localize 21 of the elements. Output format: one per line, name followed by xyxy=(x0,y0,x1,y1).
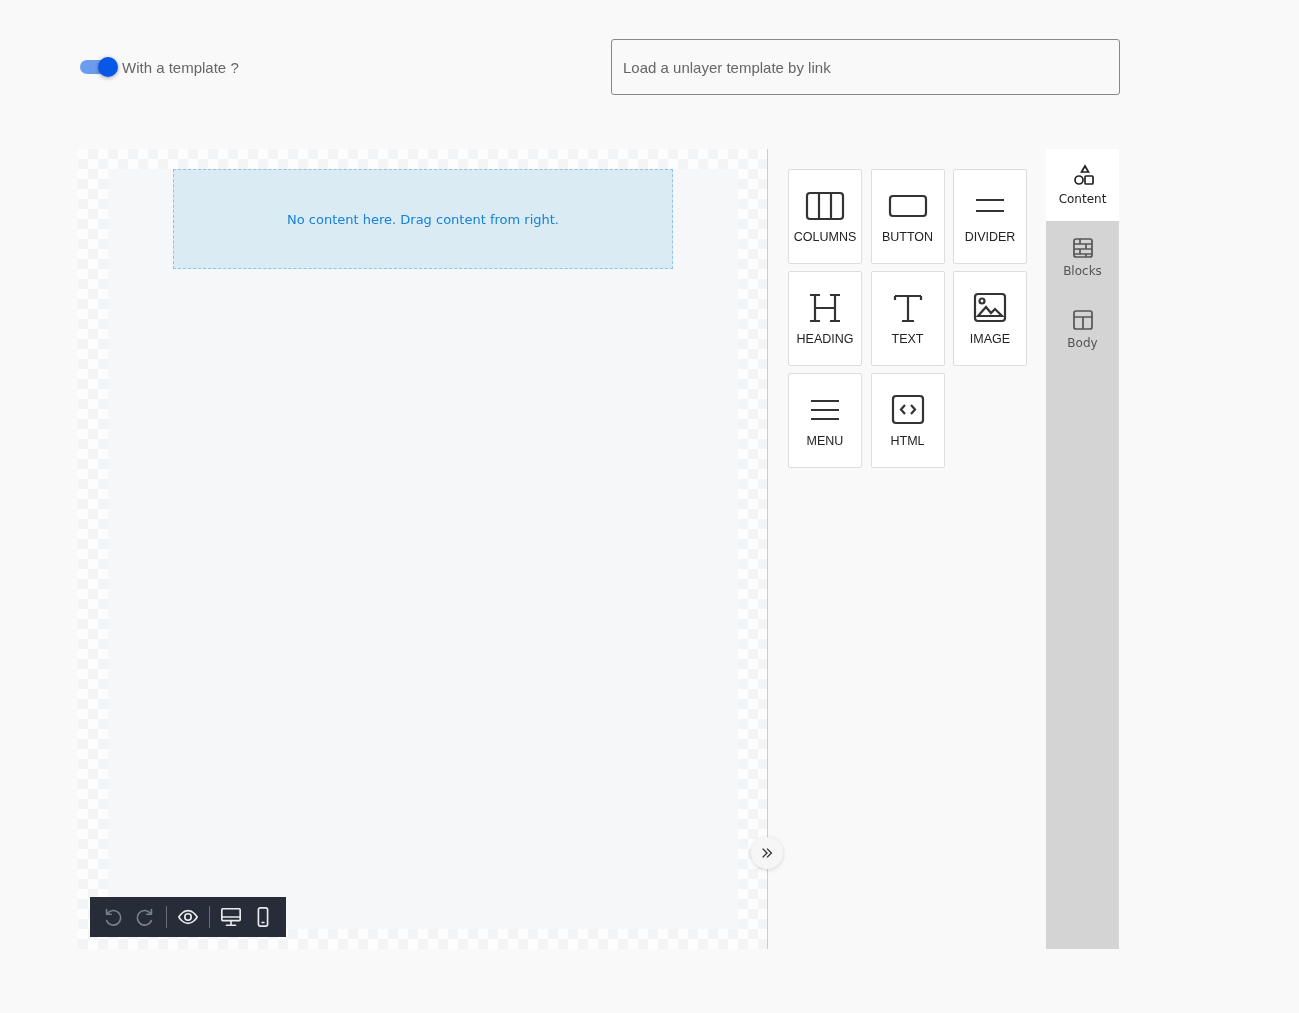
columns-icon xyxy=(805,189,845,222)
brick-icon xyxy=(1070,236,1095,260)
toggle-label: With a template ? xyxy=(122,58,239,76)
content-tool[interactable]: MENU xyxy=(788,373,862,468)
desktop-icon[interactable] xyxy=(220,906,242,928)
side-tab[interactable]: Body xyxy=(1046,293,1119,365)
content-tool[interactable]: HTML xyxy=(870,373,945,468)
side-tab[interactable]: Blocks xyxy=(1046,221,1119,293)
layout-icon xyxy=(1070,308,1095,332)
expand-button[interactable] xyxy=(751,837,783,869)
content-tool[interactable]: BUTTON xyxy=(870,169,945,264)
template-toggle[interactable] xyxy=(80,60,116,74)
empty-message: No content here. Drag content from right. xyxy=(287,211,559,227)
content-tool[interactable]: HEADING xyxy=(788,271,862,366)
content-tool[interactable]: TEXT xyxy=(870,271,945,366)
template-link-field[interactable]: Load a unlayer template by link xyxy=(611,39,1120,95)
side-tab[interactable]: Content xyxy=(1046,149,1119,221)
content-tool[interactable]: COLUMNS xyxy=(788,169,862,264)
content-tool[interactable]: DIVIDER xyxy=(953,169,1027,264)
double-chevron-icon xyxy=(760,846,774,860)
content-tool[interactable]: IMAGE xyxy=(953,271,1027,366)
